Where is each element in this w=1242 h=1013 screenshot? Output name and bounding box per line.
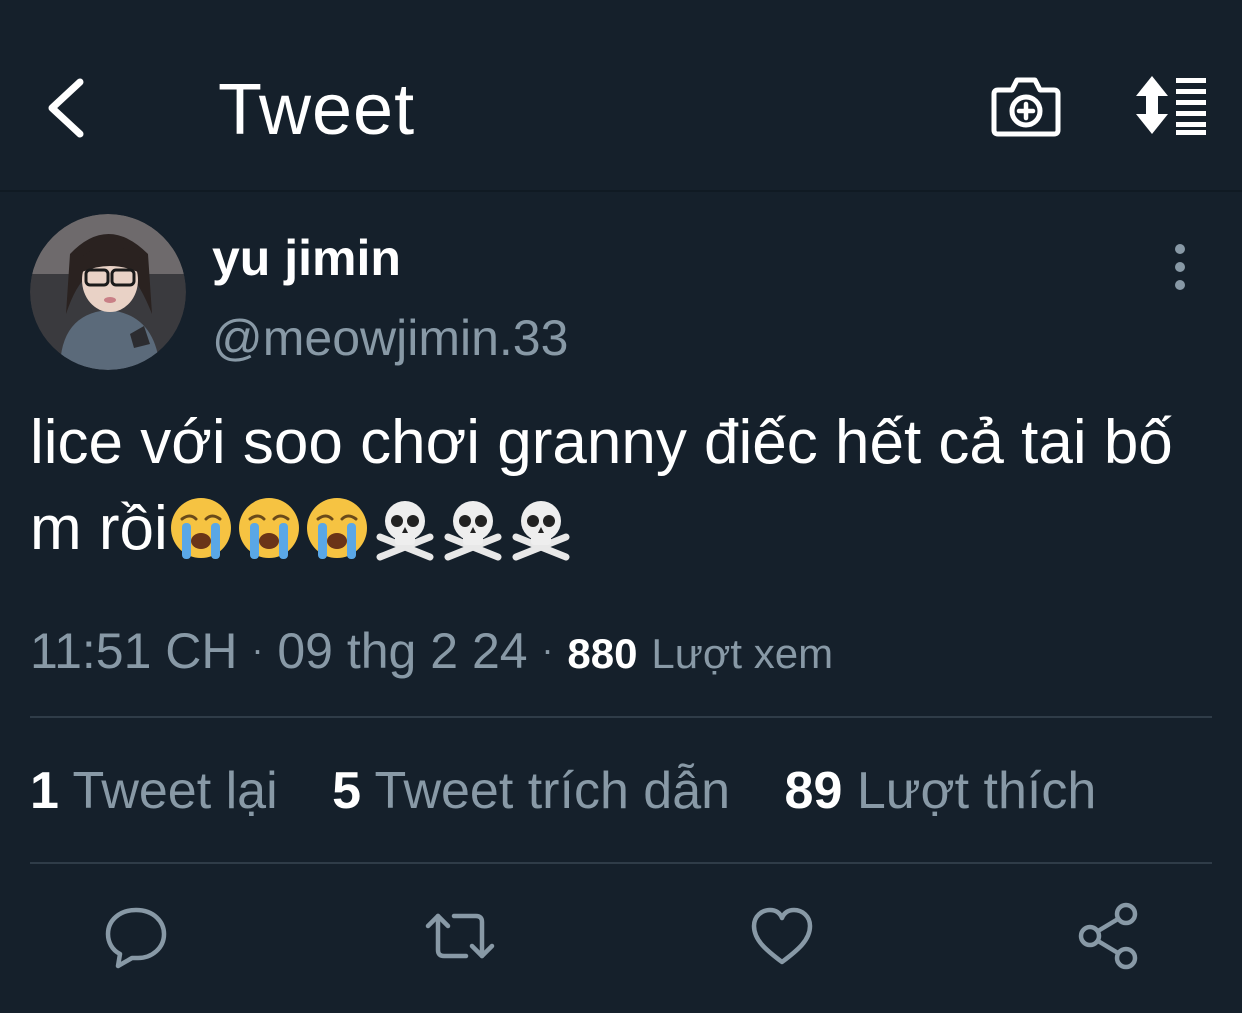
divider xyxy=(30,716,1212,718)
divider xyxy=(30,862,1212,864)
reply-icon xyxy=(105,907,167,969)
more-vertical-icon xyxy=(1175,244,1185,290)
quotes-count: 5 xyxy=(332,762,362,820)
more-options-button[interactable] xyxy=(1160,240,1200,294)
camera-button[interactable] xyxy=(990,72,1062,142)
views-count: 880 xyxy=(567,630,638,677)
retweets-count: 1 xyxy=(30,762,59,820)
reply-button[interactable] xyxy=(96,900,176,972)
separator: · xyxy=(251,629,264,670)
avatar-photo xyxy=(30,214,186,370)
tweet-text: lice với soo chơi granny điếc hết cả tai… xyxy=(30,400,1230,572)
skull-and-crossbones-icon xyxy=(512,501,570,561)
top-bar: Tweet xyxy=(0,0,1242,192)
likes-label: Lượt thích xyxy=(856,762,1097,820)
separator: · xyxy=(541,629,554,670)
camera-plus-icon xyxy=(991,77,1061,137)
like-button[interactable] xyxy=(742,900,822,972)
sort-thread-icon xyxy=(1136,76,1206,135)
skull-and-crossbones-icon xyxy=(376,501,434,561)
emoji-row xyxy=(168,495,574,561)
quotes-label: Tweet trích dẫn xyxy=(374,762,731,820)
retweet-button[interactable] xyxy=(420,900,500,972)
like-icon xyxy=(751,907,813,965)
author-name[interactable]: yu jimin xyxy=(212,226,401,290)
share-button[interactable] xyxy=(1068,900,1148,972)
retweets-stat[interactable]: 1 Tweet lại xyxy=(30,762,278,820)
page-title: Tweet xyxy=(218,70,416,150)
quotes-stat[interactable]: 5 Tweet trích dẫn xyxy=(332,762,730,820)
tweet-meta: 11:51 CH · 09 thg 2 24 · 880 Lượt xem xyxy=(30,618,833,686)
likes-stat[interactable]: 89 Lượt thích xyxy=(785,762,1097,820)
tweet-time: 11:51 CH xyxy=(30,623,238,679)
back-button[interactable] xyxy=(40,70,100,146)
loudly-crying-face-icon xyxy=(306,498,367,559)
loudly-crying-face-icon xyxy=(170,498,231,559)
sort-replies-button[interactable] xyxy=(1130,74,1210,136)
views-label: Lượt xem xyxy=(651,630,834,677)
tweet-detail-screen: Tweet yu jimin @meowjimin.33 lice với so… xyxy=(0,0,1242,1013)
avatar[interactable] xyxy=(30,214,186,370)
tweet-date: 09 thg 2 24 xyxy=(277,623,528,679)
chevron-left-icon xyxy=(48,78,84,138)
share-icon xyxy=(1078,902,1138,970)
loudly-crying-face-icon xyxy=(238,498,299,559)
retweets-label: Tweet lại xyxy=(72,762,278,820)
likes-count: 89 xyxy=(784,762,843,820)
tweet-stats: 1 Tweet lại 5 Tweet trích dẫn 89 Lượt th… xyxy=(30,758,1136,824)
author-handle[interactable]: @meowjimin.33 xyxy=(212,306,568,370)
retweet-icon xyxy=(425,913,495,959)
skull-and-crossbones-icon xyxy=(444,501,502,561)
